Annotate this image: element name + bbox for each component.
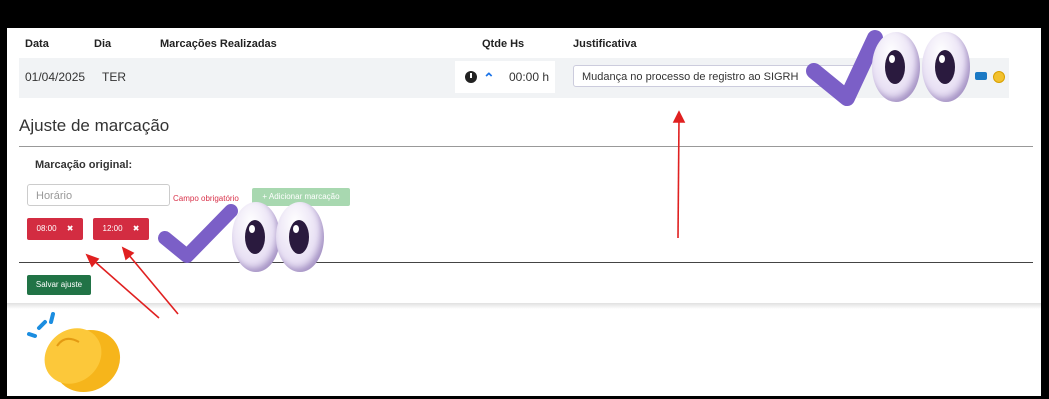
arrow-icon bbox=[127, 253, 179, 315]
arrow-icon bbox=[85, 253, 100, 268]
arrow-icon bbox=[92, 259, 160, 319]
checkmark-icon bbox=[158, 204, 238, 263]
arrow-icon bbox=[672, 110, 686, 123]
checkmark-icon bbox=[806, 30, 883, 106]
clapping-hands-icon bbox=[27, 312, 121, 393]
arrow-icon bbox=[677, 117, 680, 239]
app-frame: Data Dia Marcações Realizadas Qtde Hs Ju… bbox=[7, 16, 1041, 396]
